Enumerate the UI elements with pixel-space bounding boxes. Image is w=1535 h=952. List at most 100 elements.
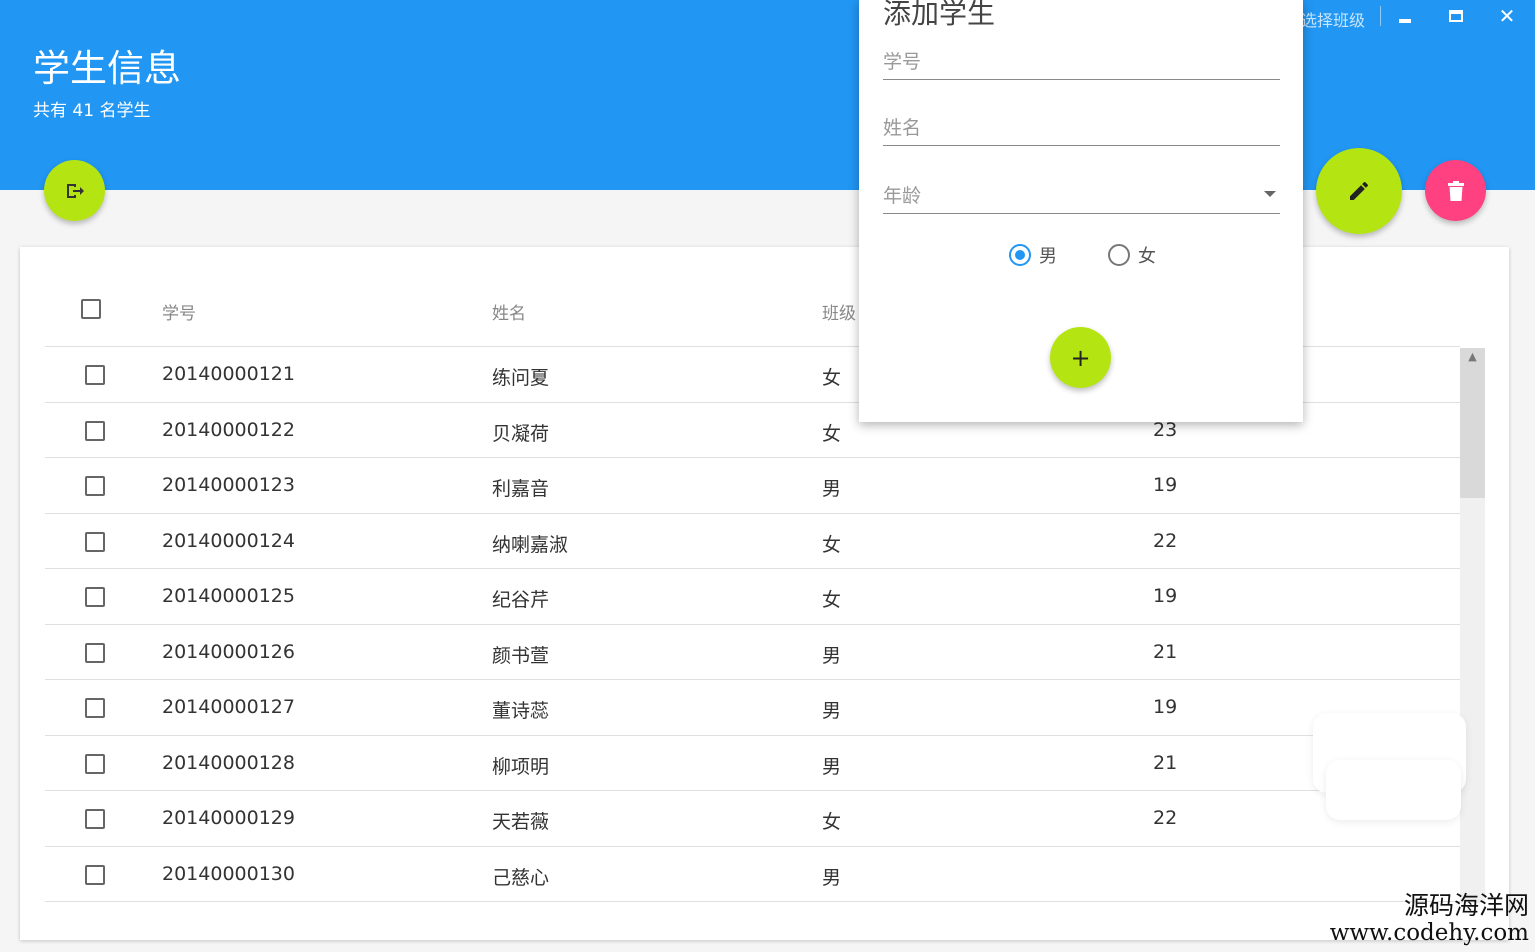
column-header-class[interactable]: 班级	[822, 299, 856, 324]
row-checkbox[interactable]	[85, 531, 105, 552]
row-checkbox[interactable]	[85, 587, 105, 607]
cell-id: 20140000129	[162, 807, 295, 829]
pencil-icon	[1350, 181, 1369, 200]
row-checkbox[interactable]	[85, 753, 105, 774]
age-select-input[interactable]	[883, 185, 1280, 207]
cell-id: 20140000126	[162, 640, 295, 663]
maximize-icon	[1449, 10, 1463, 22]
radio-button[interactable]	[1108, 244, 1130, 266]
age-select[interactable]	[883, 174, 1280, 214]
gender-radio-female[interactable]: 女	[1108, 242, 1156, 268]
cell-gender: 女	[822, 533, 842, 556]
radio-button-selected[interactable]	[1009, 244, 1031, 266]
plus-icon: +	[1070, 343, 1091, 372]
edit-button[interactable]	[1316, 148, 1402, 234]
cell-name: 纪谷芹	[492, 589, 550, 611]
trash-icon	[1447, 180, 1464, 201]
cell-gender: 男	[822, 755, 842, 778]
row-checkbox[interactable]	[85, 809, 105, 829]
cell-age: 19	[1153, 696, 1178, 718]
gender-label-male: 男	[1039, 246, 1057, 267]
cell-id: 20140000125	[162, 585, 295, 607]
maximize-button[interactable]	[1444, 4, 1468, 28]
close-button[interactable]: ✕	[1495, 4, 1519, 28]
cell-name: 天若薇	[492, 811, 550, 833]
cell-gender: 男	[822, 644, 842, 667]
logout-button[interactable]	[44, 160, 105, 221]
student-name-field[interactable]	[883, 106, 1280, 146]
scroll-up-arrow-icon[interactable]: ▲	[1460, 350, 1485, 363]
cell-gender: 女	[822, 589, 842, 611]
cell-age: 19	[1153, 474, 1178, 496]
cell-name: 柳项明	[492, 755, 550, 778]
cell-gender: 女	[822, 422, 842, 445]
column-header-id[interactable]: 学号	[162, 299, 196, 324]
cell-age: 21	[1153, 751, 1178, 774]
minimize-icon	[1399, 19, 1411, 23]
row-checkbox[interactable]	[85, 642, 105, 663]
select-all-checkbox[interactable]	[81, 299, 101, 319]
cell-name: 贝凝荷	[492, 422, 550, 445]
table-row[interactable]: 20140000124 纳喇嘉淑 女 22	[45, 514, 1460, 569]
table-row[interactable]: 20140000130 己慈心 男	[45, 847, 1460, 902]
cell-id: 20140000130	[162, 862, 295, 885]
row-checkbox[interactable]	[85, 864, 105, 885]
table-row[interactable]: 20140000125 纪谷芹 女 19	[45, 569, 1460, 625]
cell-name: 董诗蕊	[492, 700, 550, 722]
cell-gender: 女	[822, 811, 842, 833]
table-row[interactable]: 20140000127 董诗蕊 男 19	[45, 680, 1460, 736]
page-title: 学生信息	[33, 47, 181, 90]
cell-name: 纳喇嘉淑	[492, 533, 569, 556]
cell-age: 19	[1153, 585, 1178, 607]
watermark-site-name: 源码海洋网	[1403, 891, 1529, 920]
table-row[interactable]: 20140000128 柳项明 男 21	[45, 736, 1460, 791]
cell-id: 20140000121	[162, 363, 295, 385]
student-name-input[interactable]	[883, 117, 1280, 139]
cell-name: 利嘉音	[492, 478, 550, 500]
cell-gender: 女	[822, 367, 842, 389]
student-id-field[interactable]	[883, 40, 1280, 80]
watermark: 源码海洋网 www.codehy.com	[1329, 891, 1529, 947]
table-row[interactable]: 20140000129 天若薇 女 22	[45, 791, 1460, 847]
row-checkbox[interactable]	[85, 365, 105, 385]
row-checkbox[interactable]	[85, 476, 105, 496]
watermark-url: www.codehy.com	[1329, 920, 1529, 946]
cell-gender: 男	[822, 478, 842, 500]
add-student-button[interactable]: +	[1050, 327, 1111, 388]
gender-label-female: 女	[1138, 246, 1156, 267]
window-controls: 选择班级 ✕	[1275, 0, 1535, 34]
cell-id: 20140000128	[162, 751, 295, 774]
cell-id: 20140000127	[162, 696, 295, 718]
cell-gender: 男	[822, 700, 842, 722]
cell-name: 颜书萱	[492, 644, 550, 667]
student-count: 共有 41 名学生	[33, 101, 151, 121]
table-row[interactable]: 20140000126 颜书萱 男 21	[45, 625, 1460, 680]
cell-name: 己慈心	[492, 866, 550, 889]
column-header-name[interactable]: 姓名	[492, 299, 526, 324]
cell-age: 21	[1153, 640, 1178, 663]
dialog-title: 添加学生	[883, 0, 996, 30]
row-checkbox[interactable]	[85, 420, 105, 441]
logout-icon	[66, 183, 84, 198]
table-row[interactable]: 20140000123 利嘉音 男 19	[45, 458, 1460, 514]
divider	[1380, 6, 1381, 26]
cell-id: 20140000123	[162, 474, 295, 496]
cell-age: 22	[1153, 529, 1178, 552]
app-header: 学生信息 共有 41 名学生 选择班级 ✕	[0, 0, 1535, 190]
table-body: 20140000121 练问夏 女 20140000122 贝凝荷 女 23 2…	[45, 347, 1460, 902]
decorative-overlay	[1326, 760, 1461, 820]
student-id-input[interactable]	[883, 51, 1280, 73]
row-checkbox[interactable]	[85, 698, 105, 718]
minimize-button[interactable]	[1393, 4, 1417, 28]
gender-radio-male[interactable]: 男	[1009, 242, 1057, 268]
table-scrollbar[interactable]: ▲	[1460, 348, 1485, 903]
select-class-button[interactable]: 选择班级	[1301, 7, 1365, 31]
cell-gender: 男	[822, 866, 842, 889]
scrollbar-thumb[interactable]	[1460, 348, 1485, 498]
close-icon: ✕	[1498, 4, 1516, 28]
cell-id: 20140000124	[162, 529, 295, 552]
chevron-down-icon	[1264, 191, 1276, 197]
delete-button[interactable]	[1425, 160, 1486, 221]
cell-name: 练问夏	[492, 367, 550, 389]
cell-id: 20140000122	[162, 418, 295, 441]
